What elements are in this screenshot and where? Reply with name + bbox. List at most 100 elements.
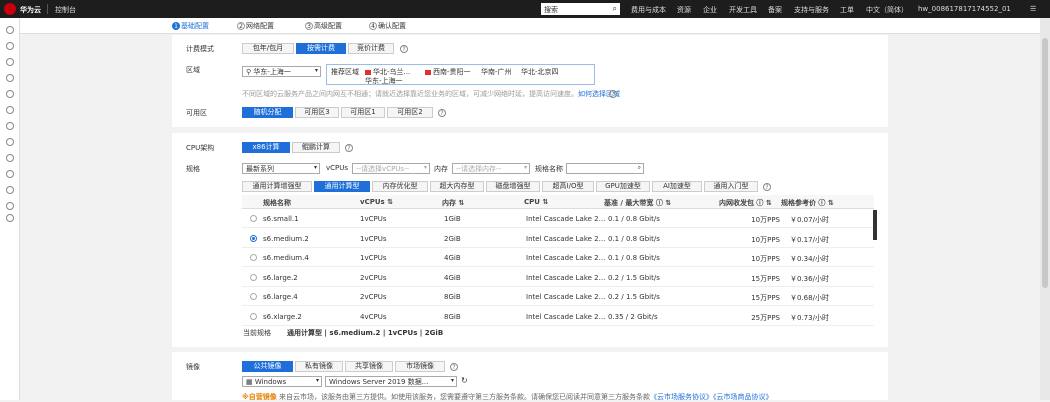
memory-select[interactable]: --请选择内存-- ▾ bbox=[452, 163, 530, 174]
page-scrollbar[interactable] bbox=[1040, 18, 1050, 400]
tab-large-memory[interactable]: 超大内存型 bbox=[430, 181, 484, 192]
gear-icon[interactable] bbox=[6, 214, 14, 222]
nav-ticket[interactable]: 工单 bbox=[840, 5, 854, 15]
search-icon[interactable]: ⌕ bbox=[638, 164, 641, 172]
col-vcpus[interactable]: vCPUs ⇅ bbox=[360, 198, 393, 206]
cloud-icon[interactable] bbox=[6, 122, 14, 130]
settings-icon[interactable] bbox=[6, 58, 14, 66]
region-select[interactable]: ⚲ 华东-上海一 ▾ bbox=[242, 66, 321, 77]
nav-enterprise[interactable]: 企业 bbox=[703, 5, 717, 15]
nav-filing[interactable]: 备案 bbox=[768, 5, 782, 15]
tab-high-io[interactable]: 超高I/O型 bbox=[542, 181, 594, 192]
cloud-icon[interactable] bbox=[6, 138, 14, 146]
tab-gpu[interactable]: GPU加速型 bbox=[596, 181, 650, 192]
upload-icon[interactable] bbox=[6, 170, 14, 178]
shield-icon[interactable] bbox=[6, 186, 14, 194]
menu-icon[interactable] bbox=[6, 26, 14, 34]
image-shared-button[interactable]: 共享镜像 bbox=[345, 361, 393, 372]
nav-account[interactable]: hw_008617817174552_01 bbox=[918, 5, 1011, 13]
nav-resources[interactable]: 资源 bbox=[677, 5, 691, 15]
os-version-select[interactable]: Windows Server 2019 数据... ▾ bbox=[325, 376, 457, 387]
table-scrollbar[interactable] bbox=[873, 210, 877, 240]
help-icon[interactable]: ? bbox=[450, 363, 458, 371]
cell-bw: 0.1 / 0.8 Gbit/s bbox=[608, 254, 660, 262]
col-price[interactable]: 规格参考价 ⓘ ⇅ bbox=[781, 198, 834, 208]
row-radio[interactable] bbox=[250, 312, 257, 320]
tab-disk-enhanced[interactable]: 磁盘增强型 bbox=[486, 181, 540, 192]
region-option[interactable]: 华北-北京四 bbox=[521, 67, 559, 77]
row-radio[interactable] bbox=[250, 234, 257, 242]
step-basic-config[interactable]: 1 基础配置 bbox=[172, 21, 209, 31]
document-icon[interactable] bbox=[6, 106, 14, 114]
series-select[interactable]: 最新系列 ▾ bbox=[242, 163, 320, 174]
row-radio[interactable] bbox=[250, 293, 257, 300]
search-icon[interactable]: ⌕ bbox=[613, 4, 617, 14]
tab-memory-optimized[interactable]: 内存优化型 bbox=[372, 181, 428, 192]
region-option[interactable]: 西南-贵阳一 bbox=[425, 67, 471, 77]
cloud-icon[interactable] bbox=[6, 154, 14, 162]
nav-support[interactable]: 支持与服务 bbox=[794, 5, 829, 15]
step-network-config[interactable]: 2 网络配置 bbox=[237, 21, 274, 31]
help-icon[interactable]: ? bbox=[438, 109, 446, 117]
cpu-x86-button[interactable]: x86计算 bbox=[242, 142, 290, 153]
row-radio[interactable] bbox=[250, 273, 257, 281]
tab-general[interactable]: 通用计算型 bbox=[314, 181, 370, 192]
help-icon[interactable]: ? bbox=[400, 45, 408, 53]
os-select[interactable]: ▦ Windows ▾ bbox=[242, 376, 322, 387]
users-icon[interactable] bbox=[6, 90, 14, 98]
top-navigation-bar: 华为云 控制台 搜索 ⌕ 费用与成本 资源 企业 开发工具 备案 支持与服务 工… bbox=[0, 0, 1050, 18]
tab-entry[interactable]: 通用入门型 bbox=[704, 181, 758, 192]
help-icon[interactable]: ? bbox=[609, 90, 617, 98]
az-random-button[interactable]: 随机分配 bbox=[242, 107, 293, 118]
az-1-button[interactable]: 可用区1 bbox=[341, 107, 385, 118]
brand-name[interactable]: 华为云 bbox=[20, 5, 41, 15]
region-value: 华东-上海一 bbox=[253, 68, 291, 76]
billing-spot-button[interactable]: 竞价计费 bbox=[348, 43, 394, 54]
step-advanced-config[interactable]: 3 高级配置 bbox=[305, 21, 342, 31]
help-icon[interactable]: ? bbox=[763, 183, 771, 191]
search-input[interactable]: 搜索 ⌕ bbox=[541, 3, 620, 15]
billing-yearly-button[interactable]: 包年/包月 bbox=[242, 43, 294, 54]
col-cpu[interactable]: CPU ⇅ bbox=[524, 198, 548, 206]
table-row[interactable]: s6.large.2 2vCPUs 4GiB Intel Cascade Lake 2… bbox=[242, 268, 874, 287]
image-private-button[interactable]: 私有镜像 bbox=[295, 361, 343, 372]
cpu-kunpeng-button[interactable]: 鲲鹏计算 bbox=[292, 142, 340, 153]
image-market-button[interactable]: 市场镜像 bbox=[395, 361, 445, 372]
col-pps[interactable]: 内网收发包 ⓘ ⇅ bbox=[719, 198, 772, 208]
help-icon[interactable]: ? bbox=[345, 144, 353, 152]
region-note: 不同区域的云服务产品之间内网互不相通；请就近选择靠近您业务的区域，可减少网络时延… bbox=[242, 89, 620, 99]
spec-name-search-input[interactable]: ⌕ bbox=[566, 163, 644, 174]
billing-ondemand-button[interactable]: 按需计费 bbox=[296, 43, 346, 54]
console-link[interactable]: 控制台 bbox=[55, 5, 76, 15]
col-memory[interactable]: 内存 ⇅ bbox=[442, 198, 464, 208]
nav-billing[interactable]: 费用与成本 bbox=[631, 5, 666, 15]
scrollbar-thumb[interactable] bbox=[1042, 38, 1048, 288]
nav-language[interactable]: 中文（简体） bbox=[866, 5, 908, 15]
az-3-button[interactable]: 可用区3 bbox=[295, 107, 339, 118]
tab-general-enhanced[interactable]: 通用计算增强型 bbox=[242, 181, 312, 192]
col-bandwidth[interactable]: 基准 / 最大带宽 ⓘ ⇅ bbox=[604, 198, 671, 208]
step-confirm-config[interactable]: 4 确认配置 bbox=[369, 21, 406, 31]
image-public-button[interactable]: 公共镜像 bbox=[242, 361, 293, 372]
menu-icon[interactable]: ☰ bbox=[1030, 5, 1036, 13]
refresh-icon[interactable]: ↻ bbox=[461, 376, 468, 385]
table-row[interactable]: s6.small.1 1vCPUs 1GiB Intel Cascade Lake 2… bbox=[242, 209, 874, 228]
security-icon[interactable] bbox=[6, 202, 14, 210]
table-row[interactable]: s6.medium.2 1vCPUs 2GiB Intel Cascade Lake … bbox=[242, 229, 874, 248]
vcpus-select[interactable]: --请选择vCPUs-- ▾ bbox=[352, 163, 430, 174]
row-radio[interactable] bbox=[250, 215, 257, 222]
nav-devtools[interactable]: 开发工具 bbox=[729, 5, 757, 15]
region-option[interactable]: 华南-广州 bbox=[481, 67, 512, 77]
home-icon[interactable] bbox=[6, 42, 14, 50]
tab-ai[interactable]: AI加速型 bbox=[652, 181, 702, 192]
region-option[interactable]: 华东-上海一 bbox=[365, 76, 403, 86]
cell-vcpus: 1vCPUs bbox=[360, 215, 387, 223]
table-row[interactable]: s6.xlarge.2 4vCPUs 8GiB Intel Cascade Lake … bbox=[242, 307, 874, 326]
table-row[interactable]: s6.large.4 2vCPUs 8GiB Intel Cascade Lake 2… bbox=[242, 287, 874, 306]
eye-icon[interactable] bbox=[6, 74, 14, 82]
az-2-button[interactable]: 可用区2 bbox=[387, 107, 433, 118]
table-row[interactable]: s6.medium.4 1vCPUs 4GiB Intel Cascade Lake … bbox=[242, 248, 874, 267]
chevron-down-icon: ▾ bbox=[313, 164, 317, 171]
huawei-logo-icon[interactable] bbox=[4, 3, 16, 15]
row-radio[interactable] bbox=[250, 254, 257, 261]
